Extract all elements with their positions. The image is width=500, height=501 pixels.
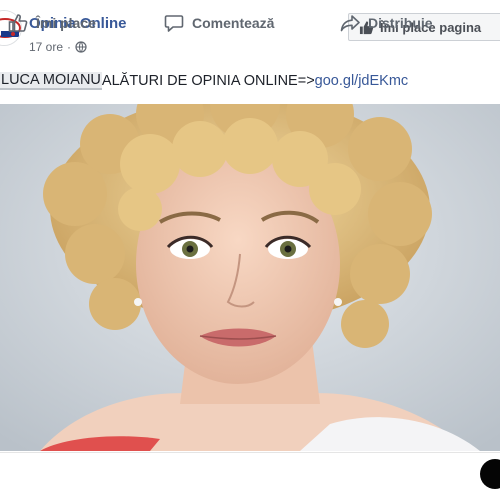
like-button[interactable]: Îmi place bbox=[8, 10, 96, 36]
comment-icon bbox=[164, 15, 184, 32]
like-label: Îmi place bbox=[36, 15, 96, 31]
portrait-image bbox=[0, 104, 500, 451]
post-url-link[interactable]: goo.gl/jdEKmc bbox=[315, 73, 409, 89]
share-button[interactable]: Distribuie bbox=[340, 10, 433, 36]
share-icon bbox=[340, 15, 360, 32]
post-meta: 17 ore · bbox=[29, 40, 87, 54]
post-photo[interactable] bbox=[0, 104, 500, 451]
share-label: Distribuie bbox=[368, 15, 433, 31]
facebook-post: Opinia Online 17 ore · Îmi place pagina … bbox=[0, 0, 500, 501]
post-text: LUCA MOIANU ALĂTURI DE OPINIA ONLINE=> go… bbox=[0, 70, 408, 92]
tagged-person-link[interactable]: LUCA MOIANU bbox=[0, 72, 102, 90]
post-action-bar bbox=[0, 452, 500, 501]
globe-icon[interactable] bbox=[75, 41, 87, 53]
comment-label: Comentează bbox=[192, 15, 275, 31]
post-body-text: ALĂTURI DE OPINIA ONLINE=> bbox=[101, 73, 315, 89]
comment-button[interactable]: Comentează bbox=[164, 10, 274, 36]
thumbs-up-icon bbox=[8, 14, 28, 32]
post-timestamp[interactable]: 17 ore bbox=[29, 40, 63, 54]
meta-separator: · bbox=[67, 40, 72, 54]
